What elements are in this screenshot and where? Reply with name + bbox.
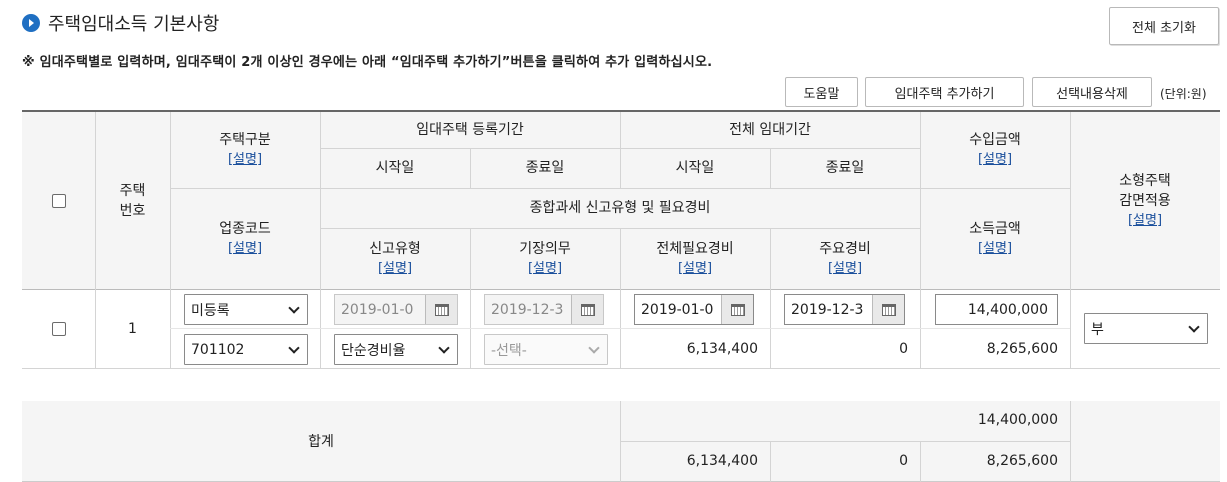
report-type-help-link[interactable]: [설명] (378, 259, 412, 279)
select-all-cell (22, 112, 95, 290)
chevron-down-icon (1188, 321, 1200, 333)
col-rental-reg-period: 임대주택 등록기간 (416, 122, 524, 138)
row-select-cell (22, 290, 95, 368)
reg-start-value: 2019-01-0 (341, 301, 414, 318)
col-rent-end: 종료일 (825, 160, 865, 176)
summary-total-expense: 6,134,400 (686, 453, 758, 469)
col-total-expense-label: 전체필요경비 (656, 241, 734, 257)
main-expense-help-link[interactable]: [설명] (828, 259, 862, 279)
select-all-checkbox[interactable] (51, 194, 66, 208)
rent-start-value: 2019-01-0 (641, 301, 714, 318)
summary-profit: 8,265,600 (986, 453, 1058, 469)
col-house-type: 주택구분 [설명] (170, 112, 320, 188)
col-bookkeeping: 기장의무 [설명] (470, 228, 620, 290)
col-profit: 소득금액 [설명] (920, 188, 1070, 290)
house-type-select[interactable]: 미등록 (184, 294, 308, 325)
house-type-help-link[interactable]: [설명] (228, 150, 262, 170)
chevron-down-icon (288, 342, 300, 354)
bullet-icon (22, 14, 40, 32)
reg-start-date-field[interactable]: 2019-01-0 (334, 294, 458, 325)
bookkeeping-help-link[interactable]: [설명] (528, 259, 562, 279)
unit-label: (단위:원) (1160, 87, 1207, 101)
rent-start-date-field[interactable]: 2019-01-0 (634, 294, 754, 325)
col-reg-start: 시작일 (375, 160, 415, 176)
help-button[interactable]: 도움말 (785, 77, 858, 107)
calendar-button[interactable] (872, 295, 904, 324)
rent-end-date-field[interactable]: 2019-12-3 (784, 294, 905, 325)
industry-code-help-link[interactable]: [설명] (228, 239, 262, 259)
calendar-button[interactable] (425, 295, 457, 324)
chevron-down-icon (588, 342, 600, 354)
small-house-help-link[interactable]: [설명] (1128, 211, 1162, 231)
col-profit-label: 소득금액 (969, 221, 1021, 237)
summary-income: 14,400,000 (977, 412, 1058, 428)
calendar-icon (730, 303, 745, 316)
calendar-icon (580, 303, 595, 316)
bookkeeping-select[interactable]: -선택- (484, 334, 608, 365)
bookkeeping-value: -선택- (491, 342, 527, 359)
col-small-house-label: 소형주택 감면적용 (1119, 173, 1171, 209)
row-checkbox[interactable] (51, 322, 66, 336)
col-tax-report: 종합과세 신고유형 및 필요경비 (529, 200, 711, 216)
col-main-expense: 주요경비 [설명] (770, 228, 920, 290)
chevron-down-icon (288, 302, 300, 314)
reg-end-value: 2019-12-3 (491, 301, 564, 318)
summary-main-expense: 0 (899, 453, 908, 469)
col-small-house: 소형주택 감면적용 [설명] (1070, 112, 1220, 290)
summary-label: 합계 (308, 433, 334, 450)
report-type-value: 단순경비율 (341, 342, 406, 359)
house-type-value: 미등록 (191, 302, 230, 319)
col-reg-end: 종료일 (525, 160, 565, 176)
industry-code-select[interactable]: 701102 (184, 334, 308, 365)
col-main-expense-label: 주요경비 (819, 241, 871, 257)
col-total-rental-period: 전체 임대기간 (729, 122, 811, 138)
section-title: 주택임대소득 기본사항 (22, 10, 219, 36)
chevron-down-icon (438, 342, 450, 354)
calendar-button[interactable] (721, 295, 753, 324)
col-total-expense: 전체필요경비 [설명] (620, 228, 770, 290)
col-report-type-label: 신고유형 (369, 241, 421, 257)
col-bookkeeping-label: 기장의무 (519, 241, 571, 257)
industry-code-value: 701102 (191, 341, 245, 358)
col-house-type-label: 주택구분 (219, 132, 271, 148)
rent-end-value: 2019-12-3 (791, 301, 864, 318)
notice-text: ※ 임대주택별로 입력하며, 임대주택이 2개 이상인 경우에는 아래 “임대주… (22, 55, 713, 70)
col-industry-code: 업종코드 [설명] (170, 188, 320, 290)
income-help-link[interactable]: [설명] (978, 150, 1012, 170)
row-number: 1 (128, 321, 137, 337)
row-total-expense: 6,134,400 (686, 341, 758, 357)
calendar-button[interactable] (571, 295, 603, 324)
col-income-label: 수입금액 (969, 132, 1021, 148)
add-rental-house-button[interactable]: 임대주택 추가하기 (865, 77, 1024, 107)
small-house-value: 부 (1091, 321, 1104, 338)
row-main-expense: 0 (899, 341, 908, 357)
small-house-select[interactable]: 부 (1084, 313, 1208, 344)
income-input[interactable]: 14,400,000 (935, 294, 1058, 325)
col-house-no: 주택 번호 (119, 183, 146, 219)
total-expense-help-link[interactable]: [설명] (678, 259, 712, 279)
calendar-icon (881, 303, 896, 316)
col-report-type: 신고유형 [설명] (320, 228, 470, 290)
profit-help-link[interactable]: [설명] (978, 239, 1012, 259)
report-type-select[interactable]: 단순경비율 (334, 334, 458, 365)
col-rent-start: 시작일 (675, 160, 715, 176)
page-title: 주택임대소득 기본사항 (48, 14, 220, 35)
reset-all-button[interactable]: 전체 초기화 (1109, 7, 1219, 45)
row-profit: 8,265,600 (986, 341, 1058, 357)
col-industry-code-label: 업종코드 (219, 221, 271, 237)
col-income: 수입금액 [설명] (920, 112, 1070, 188)
reg-end-date-field[interactable]: 2019-12-3 (484, 294, 604, 325)
delete-selected-button[interactable]: 선택내용삭제 (1032, 77, 1152, 107)
calendar-icon (434, 303, 449, 316)
